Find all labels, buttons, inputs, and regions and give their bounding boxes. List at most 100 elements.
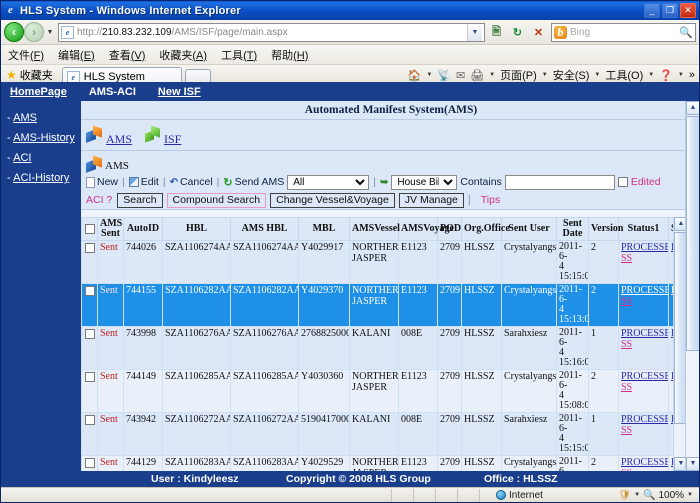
status1-link[interactable]: PROCESSED: [621, 328, 669, 339]
col-ams-hbl[interactable]: AMS HBL: [231, 218, 299, 241]
cmd-page[interactable]: 页面(P): [500, 67, 537, 83]
help-icon[interactable]: ❓: [659, 69, 673, 82]
menu-tools[interactable]: 工具(T): [221, 47, 257, 63]
refresh-icon[interactable]: ↻: [508, 23, 527, 42]
zoom-chevron-down-icon[interactable]: ▼: [687, 492, 693, 498]
col-mbl[interactable]: MBL: [299, 218, 350, 241]
row-checkbox[interactable]: [85, 458, 95, 468]
page-scroll-thumb[interactable]: [686, 116, 699, 351]
cmd-tools[interactable]: 工具(O): [605, 67, 643, 83]
cancel-button[interactable]: ↶ Cancel: [170, 176, 213, 188]
menu-favorites[interactable]: 收藏夹(A): [159, 47, 207, 63]
module-link-ams[interactable]: AMS: [106, 132, 132, 150]
change-vessel-voyage-button[interactable]: Change Vessel&Voyage: [270, 193, 395, 208]
sidebar-item-ams[interactable]: - AMS: [1, 108, 79, 128]
shield-chevron-down-icon[interactable]: ▼: [634, 492, 640, 498]
module-link-isf[interactable]: ISF: [164, 132, 181, 150]
col-version[interactable]: Version: [589, 218, 619, 241]
sidebar-item-ams-history[interactable]: - AMS-History: [1, 128, 79, 148]
menu-file[interactable]: 文件(F): [8, 47, 44, 63]
compound-search-button[interactable]: Compound Search: [167, 193, 267, 208]
cmd-security[interactable]: 安全(S): [553, 67, 590, 83]
print-icon[interactable]: 🖨: [470, 69, 484, 82]
col-status1[interactable]: Status1: [619, 218, 669, 241]
status1-link[interactable]: PROCESSED: [621, 285, 669, 296]
mail-icon[interactable]: ✉: [456, 69, 465, 82]
menu-view[interactable]: 查看(V): [109, 47, 146, 63]
close-button[interactable]: ✕: [680, 3, 696, 18]
zoom-control[interactable]: 🛡 ▼ 🔍 100% ▼: [618, 490, 693, 501]
page-vertical-scrollbar[interactable]: ▲ ▼: [685, 101, 699, 471]
home-chevron-down-icon[interactable]: ▼: [426, 72, 432, 78]
page-scroll-up-button[interactable]: ▲: [686, 101, 699, 115]
send-ams-select[interactable]: All: [287, 175, 369, 190]
status2-link[interactable]: SS: [621, 253, 632, 264]
menu-help[interactable]: 帮助(H): [271, 47, 308, 63]
tips-link[interactable]: Tips: [481, 194, 500, 206]
sidebar-item-aci[interactable]: - ACI: [1, 148, 79, 168]
security-chevron-down-icon[interactable]: ▼: [594, 72, 600, 78]
status1-link[interactable]: PROCESSED: [621, 242, 669, 253]
maximize-restore-button[interactable]: ❐: [662, 3, 678, 18]
col-autoid[interactable]: AutoID: [124, 218, 163, 241]
edited-checkbox[interactable]: [618, 177, 628, 187]
menu-edit[interactable]: 编辑(E): [58, 47, 95, 63]
search-input[interactable]: Bing: [570, 27, 590, 38]
table-row[interactable]: Sent744129SZA1106283AASZA1106283AAY40295…: [82, 456, 688, 472]
edit-button[interactable]: Edit: [129, 176, 159, 188]
status2-link[interactable]: SS: [621, 296, 632, 307]
stop-icon[interactable]: ✕: [529, 23, 548, 42]
page-scroll-down-button[interactable]: ▼: [686, 457, 699, 471]
select-all-checkbox[interactable]: [85, 224, 95, 234]
home-icon[interactable]: 🏠: [408, 69, 422, 82]
status2-link[interactable]: SS: [621, 339, 632, 350]
nav-new-isf[interactable]: New ISF: [158, 86, 201, 98]
records-grid-container[interactable]: AMS Sent AutoID HBL AMS HBL MBL AMSVesse…: [81, 217, 687, 471]
jv-manage-button[interactable]: JV Manage: [399, 193, 464, 208]
status2-link[interactable]: SS: [621, 382, 632, 393]
row-checkbox[interactable]: [85, 329, 95, 339]
table-row[interactable]: Sent743998SZA1106276AASZA1106276AA276882…: [82, 327, 688, 370]
row-checkbox[interactable]: [85, 286, 95, 296]
nav-ams-aci[interactable]: AMS-ACI: [89, 86, 136, 98]
bill-type-select[interactable]: House Bill: [391, 175, 457, 190]
search-box[interactable]: b Bing 🔍: [551, 23, 696, 42]
row-checkbox[interactable]: [85, 415, 95, 425]
aci-question-label[interactable]: ACI ?: [86, 194, 112, 206]
search-go-icon[interactable]: 🔍: [679, 26, 693, 39]
minimize-button[interactable]: _: [644, 3, 660, 18]
page-chevron-down-icon[interactable]: ▼: [542, 72, 548, 78]
back-button[interactable]: ‹: [4, 22, 24, 42]
col-hbl[interactable]: HBL: [163, 218, 231, 241]
forward-button[interactable]: ›: [24, 22, 44, 42]
table-row[interactable]: Sent744155SZA1106282AASZA1106282AAY40293…: [82, 284, 688, 327]
col-sent-user[interactable]: Sent User: [502, 218, 557, 241]
col-sent-date[interactable]: Sent Date: [557, 218, 589, 241]
col-pod[interactable]: POD: [438, 218, 462, 241]
tools-chevron-down-icon[interactable]: ▼: [648, 72, 654, 78]
overflow-icon[interactable]: »: [689, 69, 695, 81]
send-ams-button[interactable]: ↻ Send AMS: [223, 176, 284, 189]
col-ams-sent[interactable]: AMS Sent: [98, 218, 124, 241]
print-chevron-down-icon[interactable]: ▼: [489, 72, 495, 78]
new-button[interactable]: New: [86, 176, 118, 188]
contains-input[interactable]: [505, 175, 615, 190]
nav-homepage[interactable]: HomePage: [10, 86, 67, 98]
table-row[interactable]: Sent743942SZA1106272AASZA1106272AA519041…: [82, 413, 688, 456]
recent-pages-chevron-down-icon[interactable]: ▼: [44, 29, 56, 36]
help-chevron-down-icon[interactable]: ▼: [678, 72, 684, 78]
favorites-label[interactable]: 收藏夹: [20, 67, 53, 83]
status1-link[interactable]: PROCESSED: [621, 371, 669, 382]
col-amsvoyage[interactable]: AMSVoyage: [399, 218, 438, 241]
search-button[interactable]: Search: [117, 193, 162, 208]
status1-link[interactable]: PROCESSED: [621, 414, 669, 425]
table-row[interactable]: Sent744149SZA1106285AASZA1106285AAY40303…: [82, 370, 688, 413]
table-row[interactable]: Sent744026SZA1106274AASZA1106274AAY40299…: [82, 241, 688, 284]
feeds-icon[interactable]: 📡: [437, 69, 451, 82]
col-amsvessel[interactable]: AMSVessel: [350, 218, 399, 241]
row-checkbox[interactable]: [85, 372, 95, 382]
address-bar[interactable]: e http://210.83.232.109/AMS/ISF/page/mai…: [58, 23, 485, 42]
security-zone[interactable]: Internet: [496, 490, 543, 501]
sidebar-item-aci-history[interactable]: - ACI-History: [1, 168, 79, 188]
status1-link[interactable]: PROCESSED: [621, 457, 669, 468]
